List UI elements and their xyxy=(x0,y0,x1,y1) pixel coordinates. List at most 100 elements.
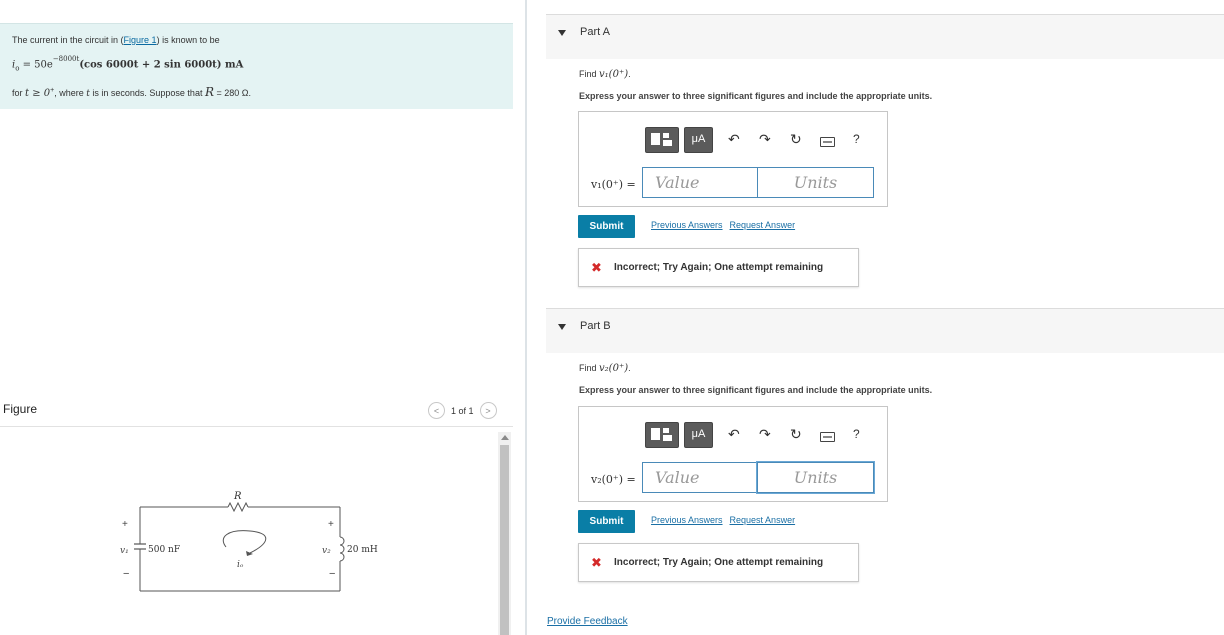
undo-icon[interactable]: ↶ xyxy=(728,131,740,148)
inductor-label: 20 mH xyxy=(347,545,378,555)
part-a-feedback: ✖ Incorrect; Try Again; One attempt rema… xyxy=(578,248,859,287)
current-label: iₒ xyxy=(237,560,244,570)
eq-rest: (cos 6000t + 2 sin 6000t) mA xyxy=(79,59,244,71)
problem-statement: The current in the circuit in (Figure 1)… xyxy=(0,23,513,109)
scroll-up-icon[interactable] xyxy=(501,435,509,440)
intro-prefix: The current in the circuit in ( xyxy=(12,35,124,45)
value-input[interactable]: Value xyxy=(642,167,759,198)
template-icon-part xyxy=(663,435,672,441)
templates-button[interactable] xyxy=(645,422,679,448)
v1-label: v₁ xyxy=(120,546,129,556)
find-suffix: . xyxy=(628,363,631,373)
previous-answers-link[interactable]: Previous Answers xyxy=(651,220,723,230)
request-answer-link[interactable]: Request Answer xyxy=(730,220,796,230)
v1-plus: + xyxy=(122,519,128,530)
find-suffix: . xyxy=(628,69,631,79)
templates-button[interactable] xyxy=(645,127,679,153)
column-divider xyxy=(525,0,527,635)
resistor xyxy=(227,501,249,513)
cond-r: R xyxy=(204,85,214,99)
keyboard-icon[interactable] xyxy=(820,137,835,147)
figure-scrollbar[interactable] xyxy=(498,432,511,635)
reset-icon[interactable]: ↻ xyxy=(790,426,802,443)
part-b-header[interactable]: Part B xyxy=(546,308,1224,353)
eq-exp: −8000t xyxy=(52,55,80,63)
redo-icon[interactable]: ↷ xyxy=(759,131,771,148)
feedback-message: Incorrect; Try Again; One attempt remain… xyxy=(614,557,824,568)
cond-suffix: is in seconds. Suppose that xyxy=(89,88,205,98)
current-equation: io = 50e−8000t(cos 6000t + 2 sin 6000t) … xyxy=(12,55,244,72)
chevron-right-icon: > xyxy=(485,405,491,416)
intro-suffix: ) is known to be xyxy=(156,35,220,45)
v2-minus: − xyxy=(329,568,335,580)
current-loop-arrow xyxy=(222,530,267,554)
feedback-message: Incorrect; Try Again; One attempt remain… xyxy=(614,262,824,273)
part-b-instructions: Express your answer to three significant… xyxy=(579,385,933,395)
redo-icon[interactable]: ↷ xyxy=(759,426,771,443)
value-input[interactable]: Value xyxy=(642,462,759,493)
units-symbol-button[interactable]: μA xyxy=(684,422,713,448)
find-math: v₂(0⁺) xyxy=(599,363,629,374)
template-icon-part xyxy=(663,140,672,146)
pager-text: 1 of 1 xyxy=(451,405,474,416)
figure-link[interactable]: Figure 1 xyxy=(124,35,157,45)
resistor-label: R xyxy=(233,491,242,502)
find-prefix: Find xyxy=(579,69,600,79)
eq-eq: = 50e xyxy=(19,59,53,71)
part-b-links: Previous Answers Request Answer xyxy=(651,515,802,525)
inductor xyxy=(339,536,345,562)
units-input[interactable]: Units xyxy=(757,167,874,198)
part-a-header[interactable]: Part A xyxy=(546,14,1224,59)
template-icon-part xyxy=(663,428,669,433)
figure-pager: < 1 of 1 > xyxy=(428,402,497,419)
cond-val: = 280 Ω. xyxy=(214,88,252,98)
collapse-triangle-icon[interactable] xyxy=(558,30,566,36)
part-b-answer-box: μA ↶ ↷ ↻ ? v₂(0⁺) = Value Units xyxy=(578,406,888,502)
cond-mid: , where xyxy=(54,88,87,98)
reset-icon[interactable]: ↻ xyxy=(790,131,802,148)
collapse-triangle-icon[interactable] xyxy=(558,324,566,330)
previous-answers-link[interactable]: Previous Answers xyxy=(651,515,723,525)
units-symbol-button[interactable]: μA xyxy=(684,127,713,153)
prev-figure-button[interactable]: < xyxy=(428,402,445,419)
find-prefix: Find xyxy=(579,363,600,373)
part-a-answer-box: μA ↶ ↷ ↻ ? v₁(0⁺) = Value Units xyxy=(578,111,888,207)
problem-condition: for t ≥ 0+, where t is in seconds. Suppo… xyxy=(12,85,251,99)
keyboard-icon[interactable] xyxy=(820,432,835,442)
part-b-variable-label: v₂(0⁺) = xyxy=(591,473,636,486)
part-b-feedback: ✖ Incorrect; Try Again; One attempt rema… xyxy=(578,543,859,582)
undo-icon[interactable]: ↶ xyxy=(728,426,740,443)
v1-minus: − xyxy=(123,568,129,580)
find-math: v₁(0⁺) xyxy=(599,69,629,80)
template-icon-part xyxy=(651,428,660,440)
template-icon-part xyxy=(663,133,669,138)
units-input[interactable]: Units xyxy=(757,462,874,493)
help-icon[interactable]: ? xyxy=(853,427,860,441)
capacitor-label: 500 nF xyxy=(148,545,180,555)
part-a-find: Find v₁(0⁺). xyxy=(579,69,631,80)
part-a-variable-label: v₁(0⁺) = xyxy=(591,178,636,191)
submit-button[interactable]: Submit xyxy=(578,510,635,533)
part-a-links: Previous Answers Request Answer xyxy=(651,220,802,230)
provide-feedback-link[interactable]: Provide Feedback xyxy=(547,616,628,627)
circuit-diagram: R 500 nF 20 mH v₁ v₂ iₒ + − + − xyxy=(120,491,378,592)
scroll-thumb[interactable] xyxy=(500,445,509,635)
request-answer-link[interactable]: Request Answer xyxy=(730,515,796,525)
part-a-title: Part A xyxy=(580,26,610,38)
error-x-icon: ✖ xyxy=(591,260,602,275)
cond-prefix: for xyxy=(12,88,26,98)
help-icon[interactable]: ? xyxy=(853,132,860,146)
problem-intro: The current in the circuit in (Figure 1)… xyxy=(12,35,220,45)
error-x-icon: ✖ xyxy=(591,555,602,570)
template-icon-part xyxy=(651,133,660,145)
part-b-title: Part B xyxy=(580,320,611,332)
figure-heading: Figure xyxy=(3,402,38,416)
submit-button[interactable]: Submit xyxy=(578,215,635,238)
part-b-find: Find v₂(0⁺). xyxy=(579,363,631,374)
cond-math: t ≥ 0 xyxy=(25,88,51,99)
next-figure-button[interactable]: > xyxy=(479,402,497,419)
v2-label: v₂ xyxy=(322,546,331,556)
figure-divider xyxy=(0,426,513,427)
chevron-left-icon: < xyxy=(433,405,440,416)
v2-plus: + xyxy=(328,519,334,530)
